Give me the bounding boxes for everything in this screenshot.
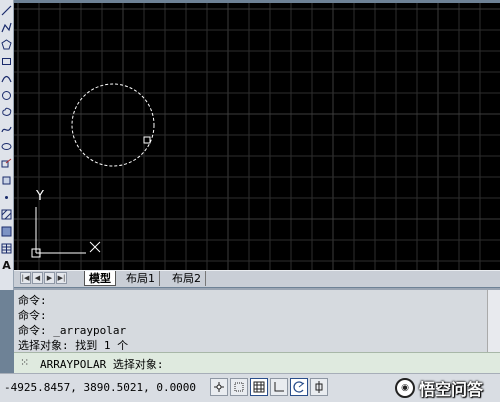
command-prompt-text: ARRAYPOLAR 选择对象: xyxy=(40,358,164,371)
grid-icon xyxy=(253,381,265,393)
polygon-icon xyxy=(1,38,12,49)
table-tool-button[interactable] xyxy=(0,240,13,256)
insert-block-tool-button[interactable] xyxy=(0,155,13,171)
ortho-mode-button[interactable] xyxy=(270,378,288,396)
circle-tool-button[interactable] xyxy=(0,87,13,103)
hatch-tool-button[interactable] xyxy=(0,206,13,222)
pline-icon xyxy=(1,22,12,32)
revcloud-icon xyxy=(2,107,12,116)
previous-tab-button[interactable]: ◀ xyxy=(32,272,43,284)
wukong-logo-icon: ◉ xyxy=(395,378,415,398)
command-history-line: 命令: _arraypolar xyxy=(18,324,127,337)
command-line-icon: ⁙ xyxy=(20,356,30,369)
revcloud-tool-button[interactable] xyxy=(0,104,13,120)
model-space-svg: Y xyxy=(14,3,500,270)
table-icon xyxy=(1,243,12,253)
ellipse-icon xyxy=(1,142,12,150)
tab-layout2[interactable]: 布局2 xyxy=(168,271,206,286)
pick-cursor xyxy=(143,136,151,144)
ucs-icon: Y xyxy=(31,189,101,258)
watermark-text: 悟空问答 xyxy=(419,380,484,399)
point-tool-button[interactable] xyxy=(0,189,13,205)
command-history-line: 命令: xyxy=(18,309,47,322)
infer-constraints-button[interactable] xyxy=(210,378,228,396)
previous-icon: ◀ xyxy=(34,274,41,282)
next-icon: ▶ xyxy=(46,274,53,282)
coordinate-readout: -4925.8457, 3890.5021, 0.0000 xyxy=(4,381,197,394)
layout-tabs-bar: |◀ ◀ ▶ ▶| 模型 布局1 布局2 xyxy=(14,270,500,287)
command-history-line: 选择对象: 找到 1 个 xyxy=(18,339,129,352)
snap-mode-button[interactable] xyxy=(230,378,248,396)
infer-icon xyxy=(214,382,224,392)
make-block-icon xyxy=(2,176,11,184)
tab-layout1[interactable]: 布局1 xyxy=(122,271,160,286)
rectangle-tool-button[interactable] xyxy=(0,53,13,69)
last-icon: ▶| xyxy=(57,274,66,282)
point-icon xyxy=(5,195,8,199)
polar-tracking-button[interactable] xyxy=(290,378,308,396)
polar-icon xyxy=(293,381,305,393)
selected-circle[interactable] xyxy=(71,83,155,167)
first-tab-button[interactable]: |◀ xyxy=(20,272,31,284)
insert-block-icon xyxy=(1,158,12,167)
hatch-icon xyxy=(1,209,12,219)
spline-icon xyxy=(1,126,12,132)
command-prompt[interactable]: ⁙ ARRAYPOLAR 选择对象: xyxy=(14,352,500,374)
line-icon xyxy=(1,5,12,15)
last-tab-button[interactable]: ▶| xyxy=(56,272,67,284)
tab-model[interactable]: 模型 xyxy=(84,271,116,286)
next-tab-button[interactable]: ▶ xyxy=(44,272,55,284)
arc-tool-button[interactable] xyxy=(0,70,13,86)
mtext-tool-button[interactable]: A xyxy=(0,257,13,273)
object-snap-button[interactable] xyxy=(310,378,328,396)
ellipse-tool-button[interactable] xyxy=(0,138,13,154)
drawing-canvas[interactable]: Y xyxy=(14,3,500,270)
polygon-tool-button[interactable] xyxy=(0,36,13,52)
circle-icon xyxy=(2,90,11,100)
grid-display-button[interactable] xyxy=(250,378,268,396)
rectangle-icon xyxy=(2,57,11,65)
draw-toolbar: A xyxy=(0,0,14,290)
spline-tool-button[interactable] xyxy=(0,121,13,137)
gradient-tool-button[interactable] xyxy=(0,223,13,239)
pline-tool-button[interactable] xyxy=(0,19,13,35)
osnap-icon xyxy=(315,381,323,393)
drawing-grid xyxy=(14,3,500,270)
ucs-y-label: Y xyxy=(35,189,44,204)
make-block-tool-button[interactable] xyxy=(0,172,13,188)
watermark: ◉ 悟空问答 xyxy=(395,374,500,402)
mtext-icon: A xyxy=(2,258,11,272)
first-icon: |◀ xyxy=(21,274,30,282)
command-history: 命令: 命令: 命令: _arraypolar 选择对象: 找到 1 个 xyxy=(14,288,500,354)
status-bar: -4925.8457, 3890.5021, 0.0000 ◉ 悟空问答 xyxy=(0,373,500,402)
command-history-line: 命令: xyxy=(18,294,47,307)
snap-icon xyxy=(234,382,244,392)
ortho-icon xyxy=(274,382,284,392)
command-history-scrollbar[interactable] xyxy=(487,290,500,352)
gradient-icon xyxy=(1,226,12,236)
line-tool-button[interactable] xyxy=(0,2,13,18)
arc-icon xyxy=(1,75,12,82)
